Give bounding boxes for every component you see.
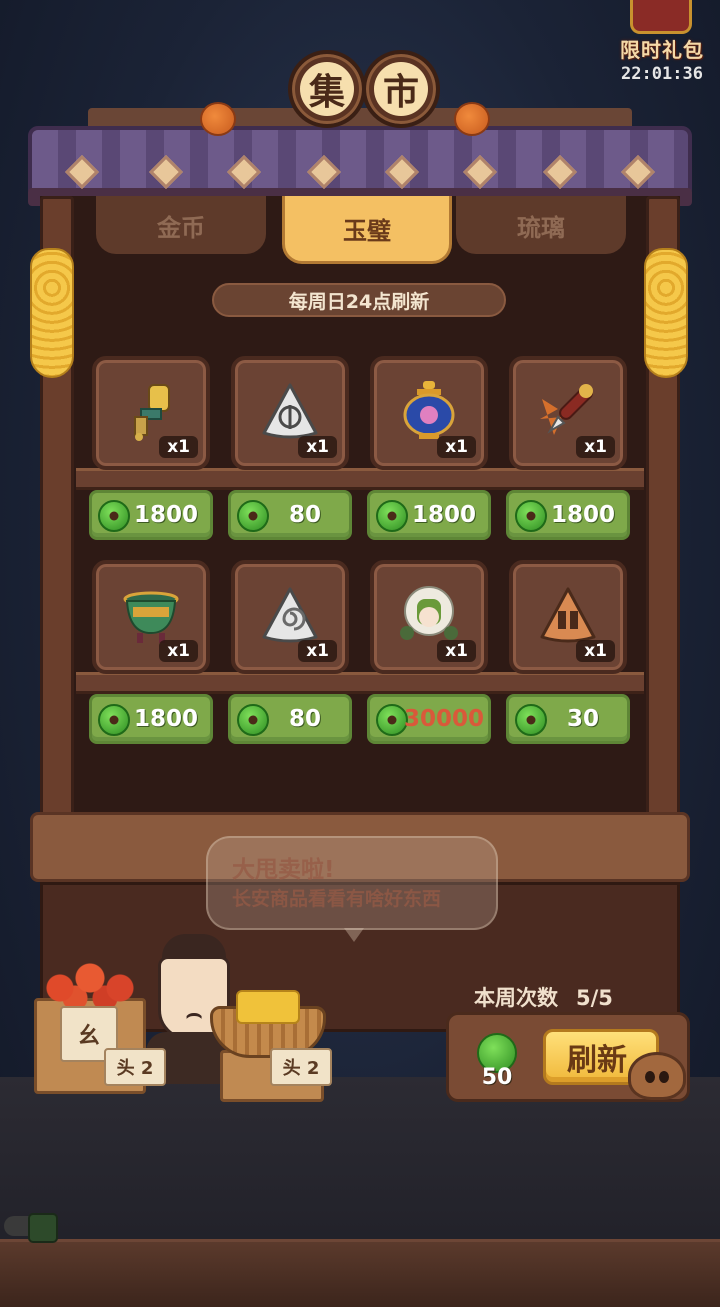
brush-icon [536, 379, 600, 443]
jade-coin-icon [515, 704, 547, 736]
shop-item-spiral-rune[interactable]: x1 [231, 560, 349, 674]
cheese-icon [236, 990, 300, 1024]
jade-coin-icon [376, 500, 408, 532]
price-value: 1800 [550, 502, 615, 528]
shop-sign-left: 集 [288, 50, 366, 128]
shop-item-character[interactable]: x1 [370, 560, 488, 674]
price-tag: 头 2 [270, 1048, 332, 1086]
price-value: 80 [288, 706, 321, 732]
shelf [76, 468, 644, 490]
item-quantity: x1 [298, 436, 337, 458]
buy-button[interactable]: 1800 [506, 490, 630, 540]
bubble-line-1: 大甩卖啦! [232, 857, 335, 883]
jade-coin-icon [98, 704, 130, 736]
item-quantity: x1 [576, 640, 615, 662]
buy-button[interactable]: 30 [506, 694, 630, 744]
item-quantity: x1 [576, 436, 615, 458]
pet-mascot-icon[interactable] [628, 1052, 686, 1100]
persimmon-icon [454, 102, 490, 136]
item-quantity: x1 [159, 436, 198, 458]
promo-timer: 22:01:36 [621, 64, 703, 84]
price-tag: 头 2 [104, 1048, 166, 1086]
item-quantity: x1 [159, 640, 198, 662]
corn-decoration-icon [644, 248, 688, 378]
price-value: 80 [288, 502, 321, 528]
buy-button[interactable]: 1800 [89, 694, 213, 744]
corn-decoration-icon [30, 248, 74, 378]
spiral-rune-stone-icon [258, 583, 322, 647]
item-quantity: x1 [298, 640, 337, 662]
buy-button[interactable]: 1800 [89, 490, 213, 540]
buy-button[interactable]: 30000 [367, 694, 491, 744]
bronze-cauldron-icon [119, 583, 183, 647]
cloisonne-jar-icon [397, 379, 461, 443]
price-value: 1800 [133, 502, 198, 528]
price-value: 1800 [133, 706, 198, 732]
shop-item-brush[interactable]: x1 [509, 356, 627, 470]
item-quantity: x1 [437, 436, 476, 458]
limited-gift-pack[interactable]: 限时礼包 22:01:36 [612, 0, 712, 86]
jade-coin-icon [237, 704, 269, 736]
shop-sign-right: 市 [362, 50, 440, 128]
shop-item-glove[interactable]: x1 [92, 356, 210, 470]
weekly-count: 5/5 [576, 986, 613, 1010]
jade-coin-icon [237, 500, 269, 532]
price-value: 1800 [411, 502, 476, 528]
sound-toggle[interactable] [4, 1213, 58, 1243]
bubble-line-2: 长安商品看看有啥好东西 [232, 888, 442, 910]
tomato-pile-icon [40, 958, 140, 1008]
refresh-schedule-note: 每周日24点刷新 [212, 283, 506, 317]
copper-rune-stone-icon [536, 583, 600, 647]
buy-button[interactable]: 1800 [367, 490, 491, 540]
shop-item-copper-rune[interactable]: x1 [509, 560, 627, 674]
buy-button[interactable]: 80 [228, 490, 352, 540]
shop-item-cloisonne-jar[interactable]: x1 [370, 356, 488, 470]
persimmon-icon [200, 102, 236, 136]
jade-coin-icon [515, 500, 547, 532]
buy-button[interactable]: 80 [228, 694, 352, 744]
currency-tabs: 金币 玉璧 琉璃 [96, 196, 626, 266]
jade-coin-icon [98, 500, 130, 532]
vendor-speech-bubble: 大甩卖啦! 长安商品看看有啥好东西 [206, 836, 498, 942]
tab-jade[interactable]: 玉璧 [282, 196, 452, 264]
promo-label: 限时礼包 [620, 38, 704, 62]
shelf [76, 672, 644, 694]
rune-stone-icon [258, 379, 322, 443]
item-quantity: x1 [437, 640, 476, 662]
weekly-refresh-count: 本周次数 5/5 [474, 982, 613, 1012]
gift-box-icon [630, 0, 692, 34]
weekly-label: 本周次数 [474, 986, 558, 1010]
shop-item-cauldron[interactable]: x1 [92, 560, 210, 674]
tab-gold[interactable]: 金币 [96, 196, 266, 254]
background-floor [0, 1239, 720, 1307]
shop-item-rune-stone[interactable]: x1 [231, 356, 349, 470]
price-value: 30 [566, 706, 599, 732]
character-portrait-icon [397, 583, 461, 647]
refresh-cost: 50 [481, 1065, 513, 1090]
glove-icon [119, 379, 183, 443]
tab-glaze[interactable]: 琉璃 [456, 196, 626, 254]
price-value-unaffordable: 30000 [403, 706, 485, 732]
